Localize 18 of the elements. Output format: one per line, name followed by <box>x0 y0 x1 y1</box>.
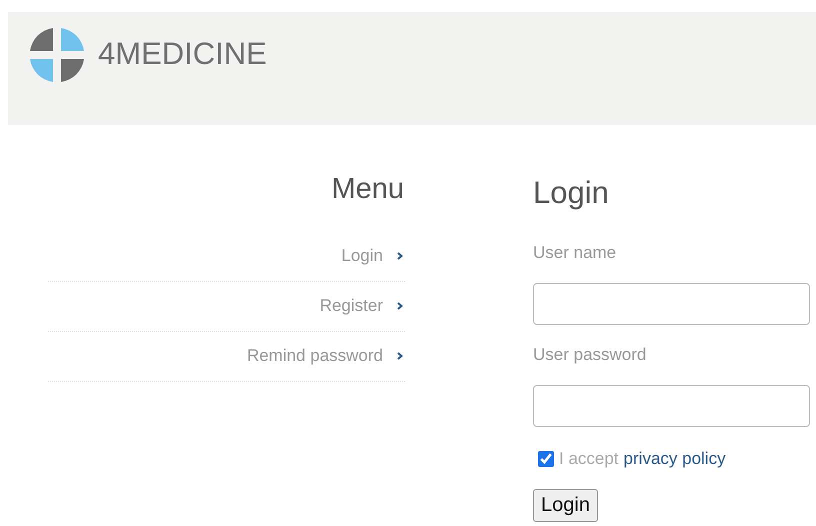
chevron-icon <box>397 352 403 360</box>
logo-text: 4MEDICINE <box>98 36 267 72</box>
login-title: Login <box>533 175 610 211</box>
field-label: User name <box>533 243 618 263</box>
input-field[interactable] <box>533 283 810 325</box>
field-label: User password <box>533 345 648 365</box>
menu-item[interactable]: Remind password <box>48 332 405 382</box>
chevron-icon <box>397 252 403 260</box>
chevron-icon <box>397 302 403 310</box>
menu-item[interactable]: Register <box>48 282 405 332</box>
consent-text: I accept <box>559 449 619 469</box>
menu-title: Menu <box>330 173 404 206</box>
logo-icon <box>28 26 86 84</box>
login-button[interactable]: Login <box>533 489 598 522</box>
privacy-link[interactable]: privacy policy <box>624 449 726 469</box>
checkbox[interactable] <box>538 451 554 467</box>
input-field[interactable] <box>533 385 810 427</box>
menu-item[interactable]: Login <box>48 232 405 282</box>
